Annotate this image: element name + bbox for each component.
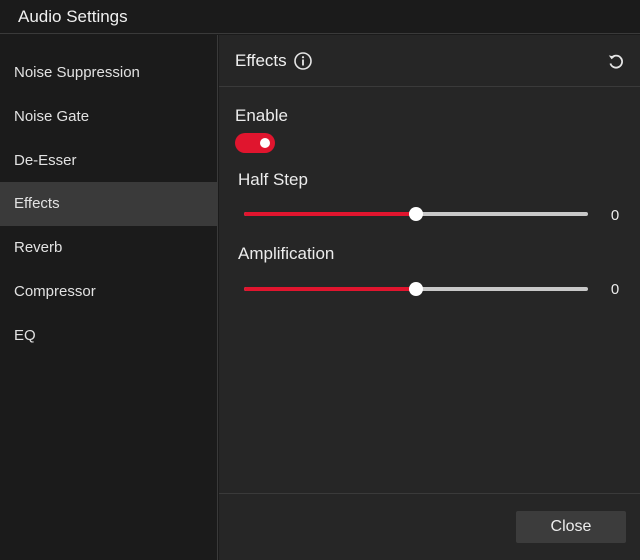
sidebar-item-eq[interactable]: EQ — [0, 314, 217, 358]
sidebar-item-noise-gate[interactable]: Noise Gate — [0, 95, 217, 139]
sidebar-item-reverb[interactable]: Reverb — [0, 226, 217, 270]
slider-thumb[interactable] — [409, 207, 423, 221]
half-step-slider[interactable] — [244, 206, 588, 222]
slider-fill — [244, 212, 416, 216]
panel-title: Effects — [235, 51, 287, 70]
sidebar-item-compressor[interactable]: Compressor — [0, 270, 217, 314]
half-step-value: 0 — [610, 207, 620, 224]
sidebar-item-noise-suppression[interactable]: Noise Suppression — [0, 51, 217, 95]
amplification-slider[interactable] — [244, 281, 588, 297]
panel-footer: Close — [219, 493, 640, 560]
reset-icon[interactable] — [605, 50, 627, 72]
effects-panel: Effects Enable Half Step 0 Amplification — [219, 35, 640, 560]
slider-fill — [244, 287, 416, 291]
enable-toggle[interactable] — [235, 133, 275, 153]
sidebar-item-effects[interactable]: Effects — [0, 182, 217, 226]
toggle-knob — [260, 138, 270, 148]
sidebar: Noise Suppression Noise Gate De-Esser Ef… — [0, 35, 218, 560]
amplification-value: 0 — [610, 281, 620, 298]
panel-header: Effects — [219, 35, 640, 87]
sidebar-item-de-esser[interactable]: De-Esser — [0, 139, 217, 183]
enable-label: Enable — [235, 106, 288, 125]
close-button[interactable]: Close — [516, 511, 626, 543]
window-title: Audio Settings — [18, 7, 128, 26]
amplification-label: Amplification — [238, 244, 335, 263]
half-step-label: Half Step — [238, 170, 308, 189]
title-bar: Audio Settings — [0, 0, 640, 34]
info-icon[interactable] — [292, 50, 314, 72]
slider-thumb[interactable] — [409, 282, 423, 296]
